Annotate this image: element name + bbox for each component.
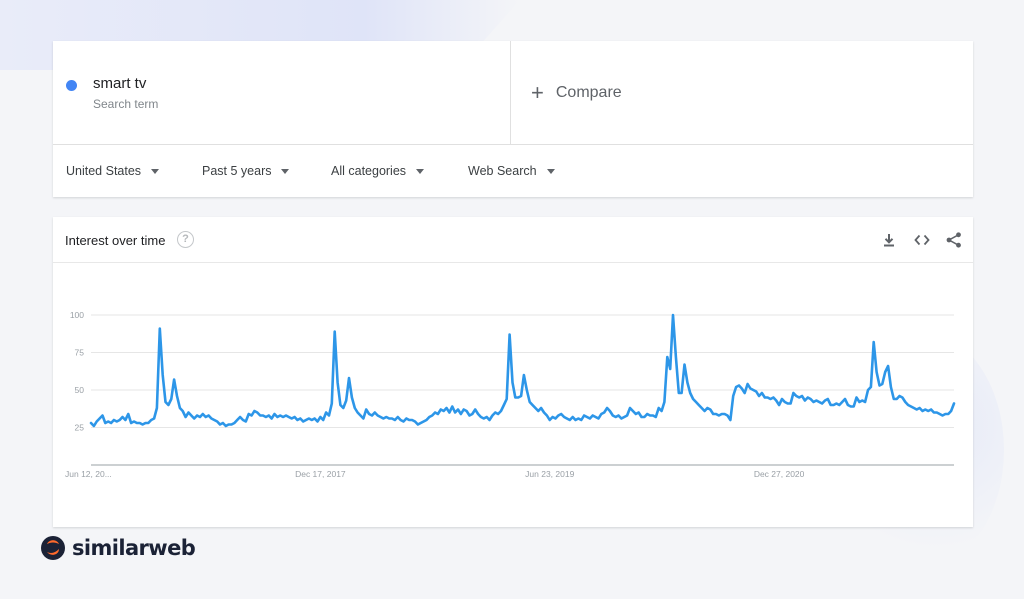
chart-title: Interest over time — [65, 233, 166, 248]
search-term-name[interactable]: smart tv — [93, 75, 146, 92]
x-tick-label: Jun 23, 2019 — [525, 469, 574, 479]
filter-search-type-dropdown[interactable]: Web Search — [468, 164, 555, 178]
search-term-pane[interactable]: smart tv Search term — [53, 41, 511, 144]
chart-header: Interest over time ? — [53, 217, 973, 263]
y-tick-label: 100 — [70, 310, 84, 320]
similarweb-logo-icon — [41, 536, 65, 560]
similarweb-logo: similarweb — [40, 535, 196, 561]
download-icon[interactable] — [880, 231, 898, 249]
chart-series — [89, 313, 956, 428]
plus-icon: + — [531, 80, 544, 105]
y-axis-ticks: 25 50 75 100 — [70, 310, 84, 433]
caret-down-icon — [546, 168, 555, 174]
filter-time-label: Past 5 years — [202, 164, 272, 178]
filter-bar: United States Past 5 years All categorie… — [53, 144, 973, 197]
term-color-dot — [66, 80, 77, 91]
compare-button[interactable]: + Compare — [531, 80, 622, 105]
help-circle-icon[interactable]: ? — [177, 231, 194, 248]
y-tick-label: 50 — [75, 385, 85, 395]
series-line-smart-tv[interactable] — [89, 313, 956, 428]
search-term-card: smart tv Search term + Compare United St… — [53, 41, 973, 197]
filter-category-label: All categories — [331, 164, 407, 178]
filter-region-label: United States — [66, 164, 142, 178]
brand-name: similarweb — [72, 536, 196, 560]
caret-down-icon — [416, 168, 425, 174]
search-term-subtitle: Search term — [93, 97, 159, 111]
x-axis-ticks: Jun 12, 20... Dec 17, 2017 Jun 23, 2019 Dec… — [65, 469, 805, 479]
y-tick-label: 75 — [75, 348, 85, 358]
filter-time-dropdown[interactable]: Past 5 years — [202, 164, 290, 178]
compare-label: Compare — [555, 84, 622, 101]
y-tick-label: 25 — [75, 423, 85, 433]
filter-search-type-label: Web Search — [468, 164, 537, 178]
x-tick-label: Dec 27, 2020 — [754, 469, 805, 479]
caret-down-icon — [151, 168, 160, 174]
embed-code-icon[interactable] — [913, 231, 931, 249]
filter-category-dropdown[interactable]: All categories — [331, 164, 425, 178]
caret-down-icon — [281, 168, 290, 174]
share-icon[interactable] — [945, 231, 963, 249]
filter-region-dropdown[interactable]: United States — [66, 164, 160, 178]
interest-over-time-card: Interest over time ? 25 50 75 100 Jun 12, 2… — [53, 217, 973, 527]
x-tick-label: Dec 17, 2017 — [295, 469, 346, 479]
x-tick-label: Jun 12, 20... — [65, 469, 112, 479]
trend-line-chart[interactable]: 25 50 75 100 Jun 12, 20... Dec 17, 2017 Jun 2… — [53, 263, 973, 527]
